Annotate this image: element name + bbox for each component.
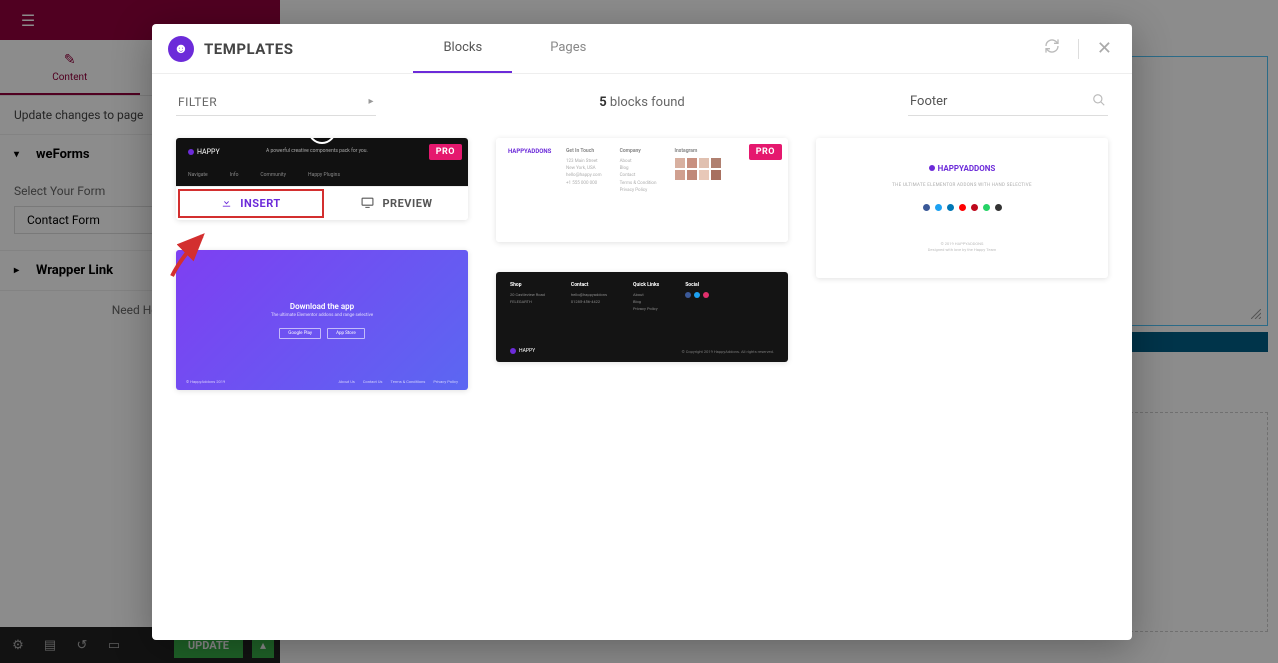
thumb-link: Terms & Conditions — [391, 379, 426, 384]
card-actions: INSERT PREVIEW — [176, 186, 468, 220]
thumb-col-text: hello@happyaddons 01285-456-4422 — [571, 292, 607, 306]
thumb-col-head: Company — [620, 148, 657, 154]
thumb-col-head: Social — [685, 282, 709, 288]
tab-blocks[interactable]: Blocks — [413, 24, 512, 73]
templates-title: TEMPLATES — [204, 40, 293, 58]
thumb-col-head: Shop — [510, 282, 545, 288]
thumb-col-head: Contact — [571, 282, 607, 288]
thumb-link: Privacy Policy — [433, 379, 458, 384]
zoom-icon[interactable] — [308, 138, 336, 144]
thumb-footer: © 2019 HAPPYADDONS Designed with love by… — [928, 241, 996, 253]
thumb-nav-item: Community — [260, 172, 286, 178]
templates-modal: ☻ TEMPLATES Blocks Pages ✕ FILTER ▸ 5 bl… — [152, 24, 1132, 640]
template-thumbnail: HAPPY A powerful creative components pac… — [176, 138, 468, 186]
thumb-nav-item: Happy Plugins — [308, 172, 340, 178]
thumb-link: About Us — [339, 379, 355, 384]
templates-header: ☻ TEMPLATES Blocks Pages ✕ — [152, 24, 1132, 74]
thumb-col-text: 20 Castleview Road FELEGARTH — [510, 292, 545, 306]
thumb-tagline: A powerful creative components pack for … — [266, 148, 368, 154]
blocks-count-suffix: blocks found — [607, 95, 685, 110]
thumb-brand: HAPPYADDONS — [938, 164, 996, 173]
thumb-brand: HAPPY — [519, 348, 535, 354]
download-icon — [221, 197, 232, 211]
blocks-count-number: 5 — [599, 95, 606, 110]
templates-tabs: Blocks Pages — [413, 24, 616, 73]
search-box — [908, 89, 1108, 116]
template-thumbnail: HAPPYADDONS THE ULTIMATE ELEMENTOR ADDON… — [816, 138, 1108, 278]
thumb-col-text: About Blog Privacy Policy — [633, 292, 659, 312]
happy-addons-logo-icon: ☻ — [168, 36, 194, 62]
thumb-btn: Google Play — [279, 328, 321, 339]
header-divider — [1078, 39, 1079, 59]
thumb-col-text: 123 Main Street New York, USA hello@happ… — [566, 158, 602, 187]
filter-dropdown[interactable]: FILTER ▸ — [176, 89, 376, 116]
pro-badge: PRO — [749, 144, 782, 160]
tab-blocks-label: Blocks — [443, 40, 482, 55]
thumb-col-head: Quick Links — [633, 282, 659, 288]
thumb-title: Download the app — [290, 302, 354, 311]
insert-label: INSERT — [240, 197, 280, 210]
tab-pages-label: Pages — [550, 40, 586, 55]
template-thumbnail: Shop 20 Castleview Road FELEGARTH Contact… — [496, 272, 788, 362]
blocks-count: 5 blocks found — [376, 95, 908, 110]
monitor-icon — [361, 197, 374, 211]
thumb-brand: HAPPY — [197, 148, 220, 156]
thumb-btn: App Store — [327, 328, 365, 339]
thumb-brand: HAPPYADDONS — [508, 148, 551, 155]
template-thumbnail: Download the app The ultimate Elementor … — [176, 250, 468, 390]
thumb-nav-item: Info — [230, 172, 239, 178]
template-thumbnail: HAPPYADDONS Get In Touch 123 Main Street … — [496, 138, 788, 242]
template-card[interactable]: HAPPYADDONS Get In Touch 123 Main Street … — [496, 138, 788, 242]
template-card[interactable]: Download the app The ultimate Elementor … — [176, 250, 468, 390]
filter-label: FILTER — [178, 95, 217, 109]
insert-button[interactable]: INSERT — [178, 189, 324, 218]
preview-button[interactable]: PREVIEW — [326, 187, 468, 220]
template-card[interactable]: HAPPYADDONS THE ULTIMATE ELEMENTOR ADDON… — [816, 138, 1108, 278]
chevron-right-icon: ▸ — [368, 96, 374, 107]
thumb-col-head: Get In Touch — [566, 148, 602, 154]
templates-grid: HAPPY A powerful creative components pac… — [152, 130, 1132, 640]
pro-badge: PRO — [429, 144, 462, 160]
search-input[interactable] — [910, 94, 1092, 109]
thumb-col-head: Instagram — [675, 148, 721, 154]
thumb-link: Contact Us — [363, 379, 383, 384]
search-icon[interactable] — [1092, 93, 1106, 111]
thumb-line: THE ULTIMATE ELEMENTOR ADDONS WITH HAND … — [892, 183, 1032, 188]
templates-toolbar: FILTER ▸ 5 blocks found — [152, 74, 1132, 130]
thumb-copy: © Copyright 2019 HappyAddons. All rights… — [682, 349, 774, 354]
template-card[interactable]: HAPPY A powerful creative components pac… — [176, 138, 468, 220]
thumb-col-text: About Blog Contact Terms & Condition Pri… — [620, 158, 657, 194]
preview-label: PREVIEW — [382, 197, 432, 210]
close-icon[interactable]: ✕ — [1093, 34, 1116, 63]
sync-icon[interactable] — [1040, 34, 1064, 63]
thumb-nav-item: Navigate — [188, 172, 208, 178]
thumb-subtitle: The ultimate Elementor addons and range … — [271, 313, 373, 318]
tab-pages[interactable]: Pages — [520, 24, 616, 73]
thumb-copy: © HappyAddons 2019 — [186, 379, 225, 384]
template-card[interactable]: Shop 20 Castleview Road FELEGARTH Contact… — [496, 272, 788, 362]
